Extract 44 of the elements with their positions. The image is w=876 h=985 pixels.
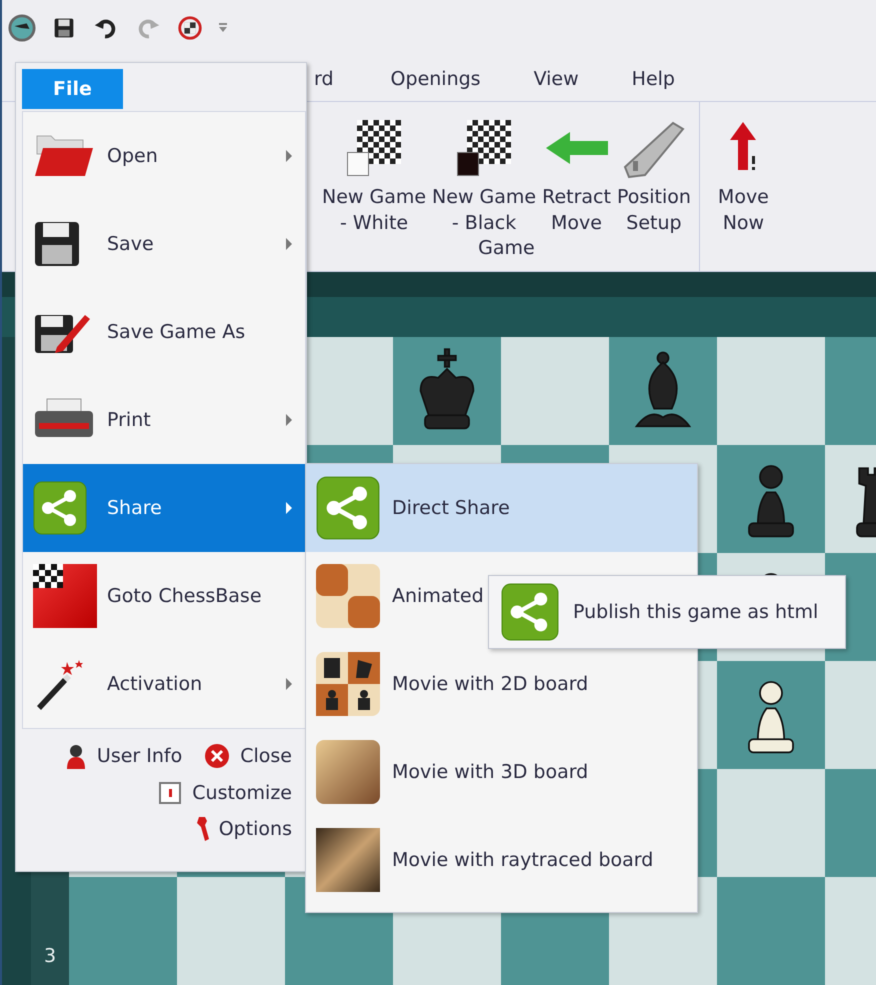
ribbon-button[interactable]: New Game - Black xyxy=(430,112,538,237)
menu-item[interactable]: Direct Share xyxy=(306,464,697,552)
photo-placeholder xyxy=(316,740,380,804)
chess-pieces-board-icon xyxy=(316,652,380,716)
app-logo-icon[interactable] xyxy=(8,14,36,42)
group-label: Game xyxy=(478,237,535,261)
chessboard-cycle-icon[interactable] xyxy=(176,14,204,42)
menu-item[interactable]: Open xyxy=(23,112,305,200)
ribbon-tab[interactable]: Openings xyxy=(390,68,508,90)
menu-item[interactable]: Print xyxy=(23,376,305,464)
ribbon-button[interactable]: Move Now xyxy=(716,112,771,267)
ribbon-tab[interactable]: View xyxy=(534,68,606,90)
menu-item[interactable]: Share xyxy=(23,464,305,552)
share-icon xyxy=(316,476,380,540)
photo-placeholder xyxy=(316,828,380,892)
menu-item[interactable]: Save Game As xyxy=(23,288,305,376)
checkered-flag-icon xyxy=(33,564,97,628)
menu-item[interactable]: Goto ChessBase xyxy=(23,552,305,640)
wrench-icon xyxy=(196,817,209,841)
menu-item[interactable]: Movie with raytraced board xyxy=(306,816,697,904)
file-tab[interactable]: File xyxy=(22,69,123,109)
user-icon xyxy=(64,743,87,769)
ribbon-button[interactable]: Retract Move xyxy=(540,112,613,237)
share-icon xyxy=(33,481,87,535)
ribbon-tab[interactable]: Help xyxy=(632,68,702,90)
folder-icon xyxy=(33,134,95,178)
menu-item[interactable]: Movie with 3D board xyxy=(306,728,697,816)
share-icon xyxy=(501,583,559,641)
menu-button[interactable]: Options xyxy=(196,813,292,845)
ribbon-button[interactable]: Position Setup xyxy=(614,112,693,237)
ribbon-button[interactable]: New Game - White xyxy=(320,112,428,237)
menu-button[interactable]: Customize xyxy=(158,777,292,809)
ribbon-tab[interactable]: rd xyxy=(314,68,361,90)
tooltip-text: Publish this game as html xyxy=(572,601,818,623)
close-icon xyxy=(204,743,230,769)
menu-button[interactable]: Close xyxy=(204,739,292,773)
wooden-board-icon xyxy=(316,564,380,628)
menu-button[interactable]: User Info xyxy=(64,739,182,773)
dropdown-icon[interactable] xyxy=(218,22,228,34)
window-icon xyxy=(158,781,182,805)
menu-item[interactable]: Save xyxy=(23,200,305,288)
rank-label: 3 xyxy=(44,945,56,967)
board-square[interactable] xyxy=(717,661,825,769)
menu-item[interactable]: Activation xyxy=(23,640,305,728)
